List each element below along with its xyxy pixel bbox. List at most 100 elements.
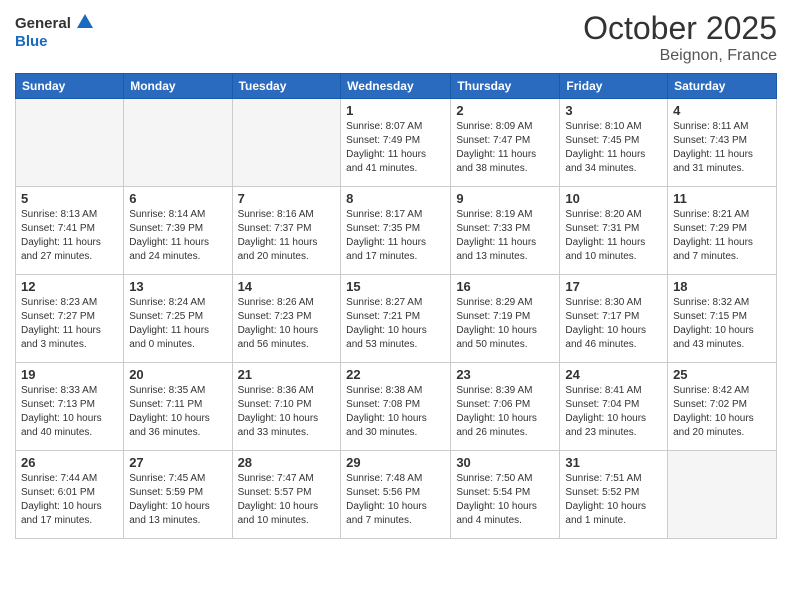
table-row: 1Sunrise: 8:07 AM Sunset: 7:49 PM Daylig…: [341, 99, 451, 187]
table-row: 13 Sunrise: 8:24 AM Sunset: 7:25 PM Dayli…: [124, 275, 232, 363]
table-row: 7 Sunrise: 8:16 AM Sunset: 7:37 PM Daylig…: [232, 187, 341, 275]
day-info: Sunrise: 7:45 AM Sunset: 5:59 PM Dayligh…: [129, 472, 226, 528]
day-info: Sunrise: 8:24 AM Sunset: 7:25 PM Dayligh…: [129, 296, 226, 352]
day-info: Sunrise: 8:38 AM Sunset: 7:08 PM Dayligh…: [346, 384, 445, 440]
day-number: 7: [238, 191, 336, 206]
day-info: Sunrise: 8:30 AM Sunset: 7:17 PM Dayligh…: [565, 296, 662, 352]
day-number: 29: [346, 455, 445, 470]
day-info: Sunrise: 8:23 AM Sunset: 7:27 PM Dayligh…: [21, 296, 118, 352]
title-block: October 2025 Beignon, France: [583, 10, 777, 65]
table-row: 14 Sunrise: 8:26 AM Sunset: 7:23 PM Dayli…: [232, 275, 341, 363]
day-info: Sunrise: 8:20 AM Sunset: 7:31 PM Dayligh…: [565, 208, 662, 264]
table-row: 3 Sunrise: 8:10 AM Sunset: 7:45 PM Daylig…: [560, 99, 668, 187]
table-row: [232, 99, 341, 187]
table-row: 27 Sunrise: 7:45 AM Sunset: 5:59 PM Dayli…: [124, 451, 232, 539]
day-info: Sunrise: 8:09 AM Sunset: 7:47 PM Dayligh…: [456, 120, 554, 176]
svg-text:Blue: Blue: [15, 33, 48, 50]
day-info: Sunrise: 8:32 AM Sunset: 7:15 PM Dayligh…: [673, 296, 771, 352]
table-row: 10Sunrise: 8:20 AM Sunset: 7:31 PM Dayli…: [560, 187, 668, 275]
day-number: 30: [456, 455, 554, 470]
table-row: 25 Sunrise: 8:42 AM Sunset: 7:02 PM Dayli…: [668, 363, 777, 451]
day-number: 25: [673, 367, 771, 382]
month-title: October 2025: [583, 10, 777, 47]
table-row: 9Sunrise: 8:19 AM Sunset: 7:33 PM Daylig…: [451, 187, 560, 275]
table-row: 4Sunrise: 8:11 AM Sunset: 7:43 PM Daylig…: [668, 99, 777, 187]
table-row: 28 Sunrise: 7:47 AM Sunset: 5:57 PM Dayli…: [232, 451, 341, 539]
day-info: Sunrise: 8:26 AM Sunset: 7:23 PM Dayligh…: [238, 296, 336, 352]
col-wednesday: Wednesday: [341, 74, 451, 99]
col-monday: Monday: [124, 74, 232, 99]
table-row: 16 Sunrise: 8:29 AM Sunset: 7:19 PM Dayli…: [451, 275, 560, 363]
table-row: 29 Sunrise: 7:48 AM Sunset: 5:56 PM Dayli…: [341, 451, 451, 539]
day-info: Sunrise: 7:51 AM Sunset: 5:52 PM Dayligh…: [565, 472, 662, 528]
day-number: 26: [21, 455, 118, 470]
day-number: 19: [21, 367, 118, 382]
day-info: Sunrise: 7:44 AM Sunset: 6:01 PM Dayligh…: [21, 472, 118, 528]
day-info: Sunrise: 7:50 AM Sunset: 5:54 PM Dayligh…: [456, 472, 554, 528]
day-info: Sunrise: 8:41 AM Sunset: 7:04 PM Dayligh…: [565, 384, 662, 440]
day-info: Sunrise: 8:27 AM Sunset: 7:21 PM Dayligh…: [346, 296, 445, 352]
day-info: Sunrise: 8:21 AM Sunset: 7:29 PM Dayligh…: [673, 208, 771, 264]
day-info: Sunrise: 8:13 AM Sunset: 7:41 PM Dayligh…: [21, 208, 118, 264]
calendar-header-row: Sunday Monday Tuesday Wednesday Thursday…: [16, 74, 777, 99]
day-number: 1: [346, 103, 445, 118]
day-number: 28: [238, 455, 336, 470]
table-row: [16, 99, 124, 187]
day-info: Sunrise: 8:39 AM Sunset: 7:06 PM Dayligh…: [456, 384, 554, 440]
day-info: Sunrise: 7:47 AM Sunset: 5:57 PM Dayligh…: [238, 472, 336, 528]
day-number: 18: [673, 279, 771, 294]
day-info: Sunrise: 8:42 AM Sunset: 7:02 PM Dayligh…: [673, 384, 771, 440]
day-number: 20: [129, 367, 226, 382]
location: Beignon, France: [583, 47, 777, 65]
day-number: 6: [129, 191, 226, 206]
day-number: 13: [129, 279, 226, 294]
table-row: 24 Sunrise: 8:41 AM Sunset: 7:04 PM Dayli…: [560, 363, 668, 451]
day-number: 27: [129, 455, 226, 470]
table-row: 11 Sunrise: 8:21 AM Sunset: 7:29 PM Dayli…: [668, 187, 777, 275]
day-info: Sunrise: 8:10 AM Sunset: 7:45 PM Dayligh…: [565, 120, 662, 176]
col-thursday: Thursday: [451, 74, 560, 99]
day-number: 11: [673, 191, 771, 206]
col-tuesday: Tuesday: [232, 74, 341, 99]
header: General Blue October 2025 Beignon, Franc…: [15, 10, 777, 65]
table-row: 2 Sunrise: 8:09 AM Sunset: 7:47 PM Daylig…: [451, 99, 560, 187]
page: General Blue October 2025 Beignon, Franc…: [0, 0, 792, 612]
logo-svg: General Blue: [15, 10, 95, 52]
day-number: 31: [565, 455, 662, 470]
table-row: 23 Sunrise: 8:39 AM Sunset: 7:06 PM Dayli…: [451, 363, 560, 451]
day-number: 9: [456, 191, 554, 206]
logo: General Blue: [15, 10, 95, 52]
day-number: 3: [565, 103, 662, 118]
day-info: Sunrise: 8:14 AM Sunset: 7:39 PM Dayligh…: [129, 208, 226, 264]
day-number: 23: [456, 367, 554, 382]
col-friday: Friday: [560, 74, 668, 99]
day-number: 4: [673, 103, 771, 118]
day-number: 5: [21, 191, 118, 206]
day-number: 17: [565, 279, 662, 294]
table-row: 26 Sunrise: 7:44 AM Sunset: 6:01 PM Dayli…: [16, 451, 124, 539]
table-row: 21Sunrise: 8:36 AM Sunset: 7:10 PM Dayli…: [232, 363, 341, 451]
day-info: Sunrise: 8:17 AM Sunset: 7:35 PM Dayligh…: [346, 208, 445, 264]
day-info: Sunrise: 8:35 AM Sunset: 7:11 PM Dayligh…: [129, 384, 226, 440]
table-row: 22 Sunrise: 8:38 AM Sunset: 7:08 PM Dayli…: [341, 363, 451, 451]
table-row: 17 Sunrise: 8:30 AM Sunset: 7:17 PM Dayli…: [560, 275, 668, 363]
table-row: 12 Sunrise: 8:23 AM Sunset: 7:27 PM Dayli…: [16, 275, 124, 363]
col-saturday: Saturday: [668, 74, 777, 99]
day-number: 24: [565, 367, 662, 382]
table-row: 30 Sunrise: 7:50 AM Sunset: 5:54 PM Dayli…: [451, 451, 560, 539]
table-row: 31 Sunrise: 7:51 AM Sunset: 5:52 PM Dayli…: [560, 451, 668, 539]
day-number: 22: [346, 367, 445, 382]
svg-text:General: General: [15, 15, 71, 32]
table-row: 20 Sunrise: 8:35 AM Sunset: 7:11 PM Dayli…: [124, 363, 232, 451]
day-number: 15: [346, 279, 445, 294]
day-number: 14: [238, 279, 336, 294]
day-number: 21: [238, 367, 336, 382]
day-info: Sunrise: 8:29 AM Sunset: 7:19 PM Dayligh…: [456, 296, 554, 352]
day-number: 12: [21, 279, 118, 294]
table-row: 5 Sunrise: 8:13 AM Sunset: 7:41 PM Daylig…: [16, 187, 124, 275]
day-number: 2: [456, 103, 554, 118]
table-row: 19Sunrise: 8:33 AM Sunset: 7:13 PM Dayli…: [16, 363, 124, 451]
day-number: 16: [456, 279, 554, 294]
day-info: Sunrise: 8:16 AM Sunset: 7:37 PM Dayligh…: [238, 208, 336, 264]
day-info: Sunrise: 7:48 AM Sunset: 5:56 PM Dayligh…: [346, 472, 445, 528]
